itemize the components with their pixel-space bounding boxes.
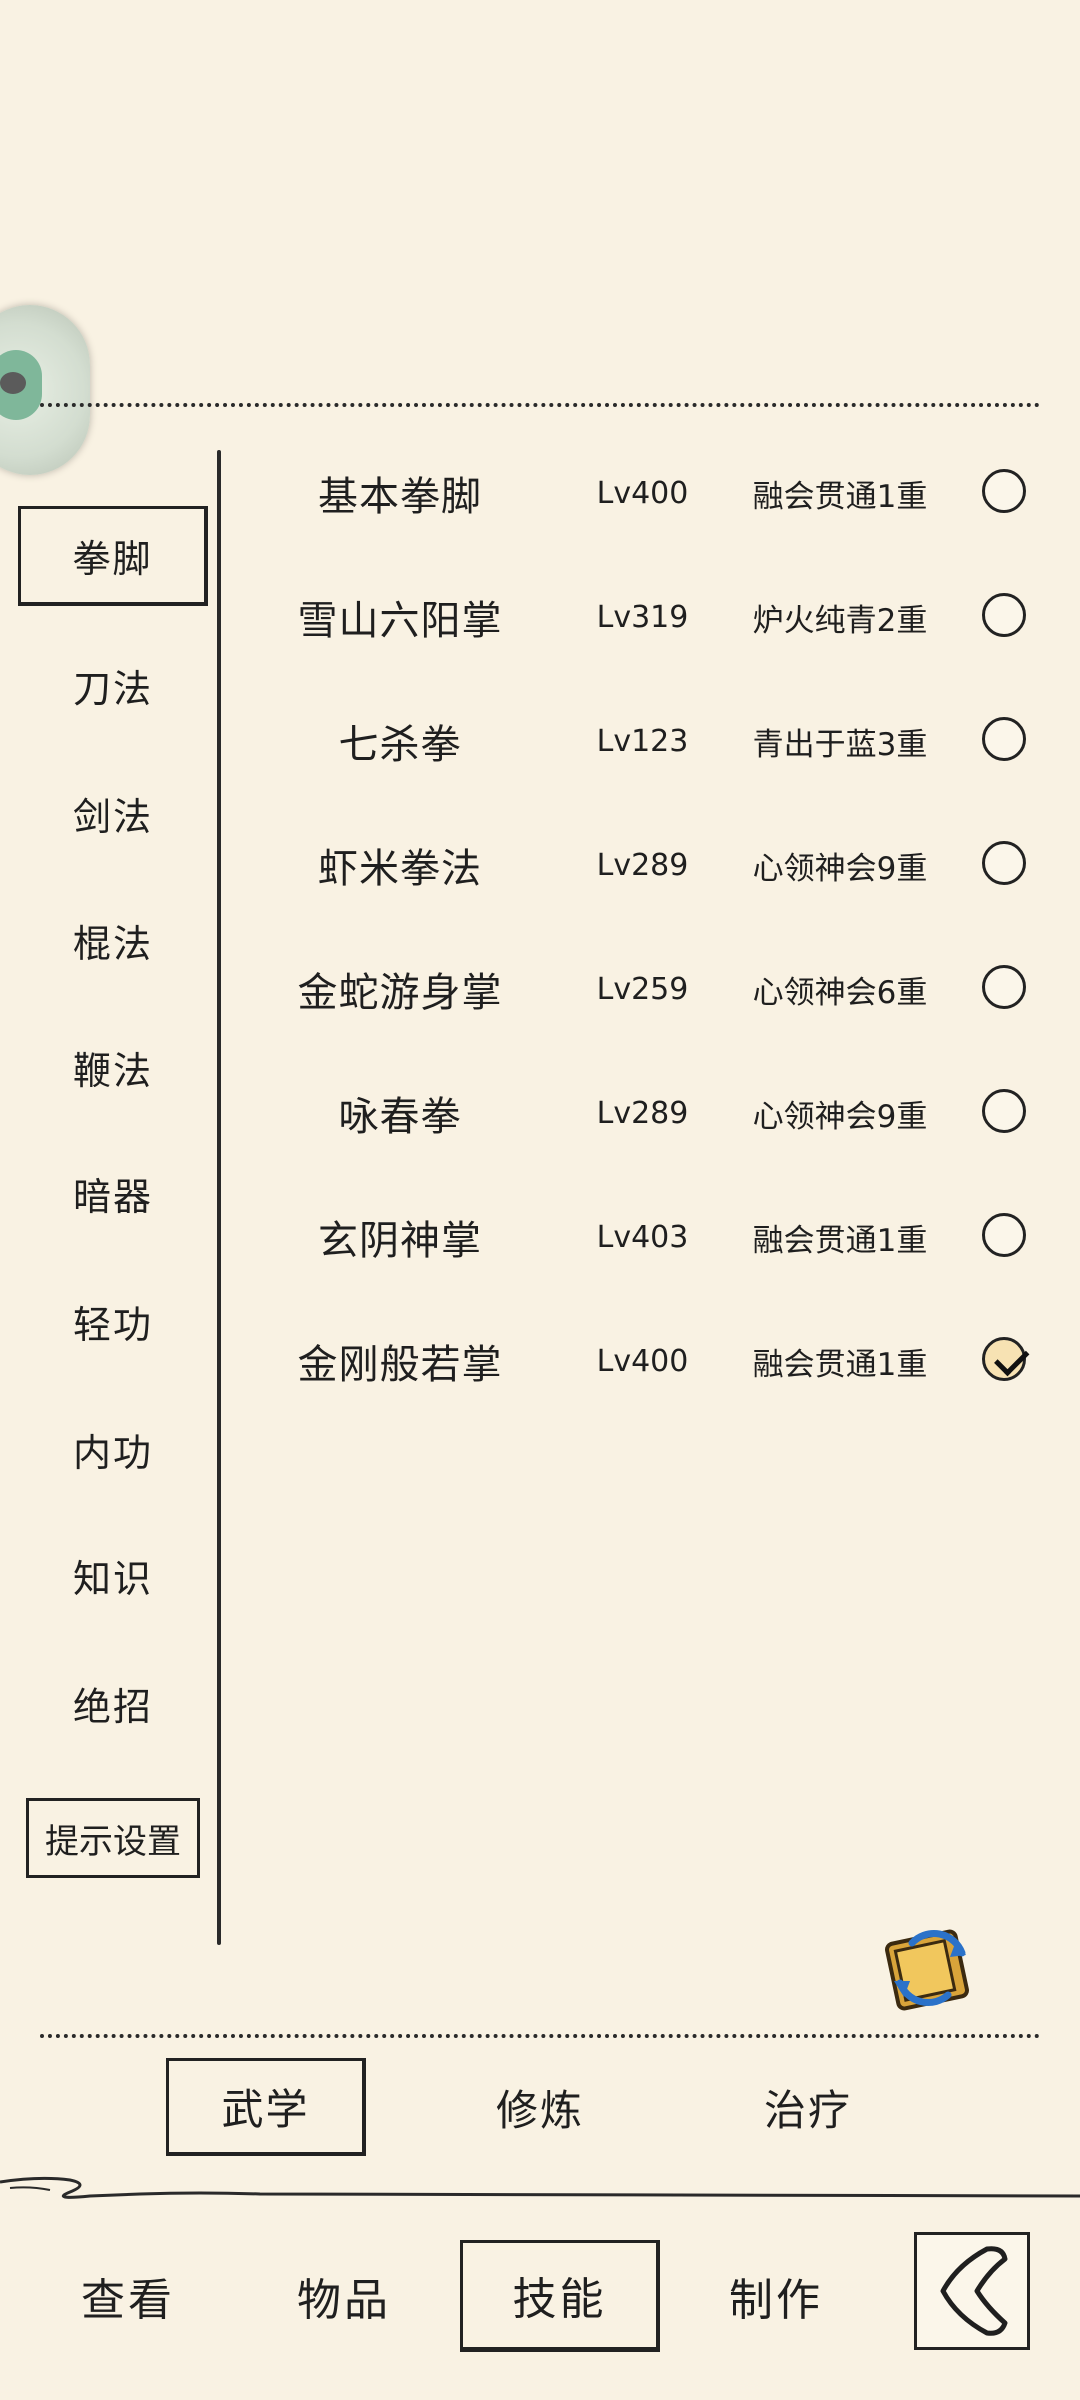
assistant-orb-icon[interactable] — [0, 305, 90, 475]
sidebar-item-qinggong[interactable]: 轻功 — [18, 1276, 208, 1366]
skill-level: Lv403 — [596, 1219, 689, 1255]
skill-level: Lv400 — [596, 475, 689, 511]
skill-row[interactable]: 雪山六阳掌 Lv319 炉火纯青2重 — [240, 567, 1060, 667]
skill-row[interactable]: 基本拳脚 Lv400 融会贯通1重 — [240, 443, 1060, 543]
skill-level: Lv123 — [596, 723, 689, 759]
skill-row[interactable]: 七杀拳 Lv123 青出于蓝3重 — [240, 691, 1060, 791]
skill-name: 金蛇游身掌 — [297, 970, 503, 1016]
nav-jineng[interactable]: 技能 — [460, 2240, 660, 2352]
skill-level: Lv319 — [596, 599, 689, 635]
skill-rank: 融会贯通1重 — [752, 478, 928, 515]
skill-select-radio[interactable] — [982, 469, 1026, 513]
tab-wuxue[interactable]: 武学 — [166, 2058, 366, 2156]
skill-select-radio[interactable] — [982, 965, 1026, 1009]
back-button[interactable] — [914, 2232, 1030, 2350]
skill-name: 雪山六阳掌 — [297, 598, 503, 644]
skill-select-radio[interactable] — [982, 593, 1026, 637]
skill-name: 七杀拳 — [338, 722, 462, 768]
skill-level: Lv400 — [596, 1343, 689, 1379]
skill-level: Lv289 — [596, 847, 689, 883]
book-swap-icon[interactable] — [882, 1923, 978, 2013]
skill-select-radio[interactable] — [982, 1089, 1026, 1133]
sidebar-item-quanjiao[interactable]: 拳脚 — [18, 506, 208, 606]
brush-stroke-divider — [0, 2176, 1080, 2199]
skill-select-radio[interactable] — [982, 717, 1026, 761]
sidebar-item-neigong[interactable]: 内功 — [18, 1404, 208, 1494]
top-divider — [40, 403, 1040, 407]
nav-zhizuo[interactable]: 制作 — [676, 2240, 876, 2352]
skill-select-radio[interactable] — [982, 841, 1026, 885]
skill-rank: 融会贯通1重 — [752, 1222, 928, 1259]
skill-rank: 青出于蓝3重 — [752, 726, 928, 763]
bottom-divider — [40, 2034, 1040, 2038]
tab-xiulian[interactable]: 修炼 — [440, 2058, 640, 2156]
nav-chakan[interactable]: 查看 — [28, 2240, 228, 2352]
sidebar-item-daofa[interactable]: 刀法 — [18, 640, 208, 730]
skill-name: 玄阴神掌 — [318, 1218, 482, 1264]
skill-row[interactable]: 咏春拳 Lv289 心领神会9重 — [240, 1063, 1060, 1163]
skill-name: 咏春拳 — [338, 1094, 462, 1140]
sidebar-item-gunfa[interactable]: 棍法 — [18, 895, 208, 985]
sidebar-item-zhishi[interactable]: 知识 — [18, 1530, 208, 1620]
sidebar-item-anqi[interactable]: 暗器 — [18, 1148, 208, 1238]
skill-rank: 心领神会9重 — [752, 850, 928, 887]
skill-row[interactable]: 虾米拳法 Lv289 心领神会9重 — [240, 815, 1060, 915]
skill-rank: 炉火纯青2重 — [752, 602, 928, 639]
skill-rank: 心领神会9重 — [752, 1098, 928, 1135]
sidebar-item-jianfa[interactable]: 剑法 — [18, 768, 208, 858]
skill-select-radio[interactable] — [982, 1213, 1026, 1257]
back-arrow-icon — [940, 2246, 1008, 2336]
skill-row[interactable]: 金蛇游身掌 Lv259 心领神会6重 — [240, 939, 1060, 1039]
skill-row[interactable]: 玄阴神掌 Lv403 融会贯通1重 — [240, 1187, 1060, 1287]
skill-row[interactable]: 金刚般若掌 Lv400 融会贯通1重 — [240, 1311, 1060, 1411]
skill-name: 基本拳脚 — [318, 474, 482, 520]
sidebar-item-bianfa[interactable]: 鞭法 — [18, 1022, 208, 1112]
skill-rank: 融会贯通1重 — [752, 1346, 928, 1383]
skill-select-radio-checked[interactable] — [982, 1337, 1026, 1381]
sidebar-divider — [217, 450, 221, 1945]
tab-zhiliao[interactable]: 治疗 — [708, 2058, 908, 2156]
skill-rank: 心领神会6重 — [752, 974, 928, 1011]
skill-name: 虾米拳法 — [318, 846, 482, 892]
nav-wupin[interactable]: 物品 — [244, 2240, 444, 2352]
skill-name: 金刚般若掌 — [297, 1342, 503, 1388]
skill-level: Lv289 — [596, 1095, 689, 1131]
skill-level: Lv259 — [596, 971, 689, 1007]
sidebar-item-juezhao[interactable]: 绝招 — [18, 1658, 208, 1748]
hint-settings-button[interactable]: 提示设置 — [26, 1798, 200, 1878]
